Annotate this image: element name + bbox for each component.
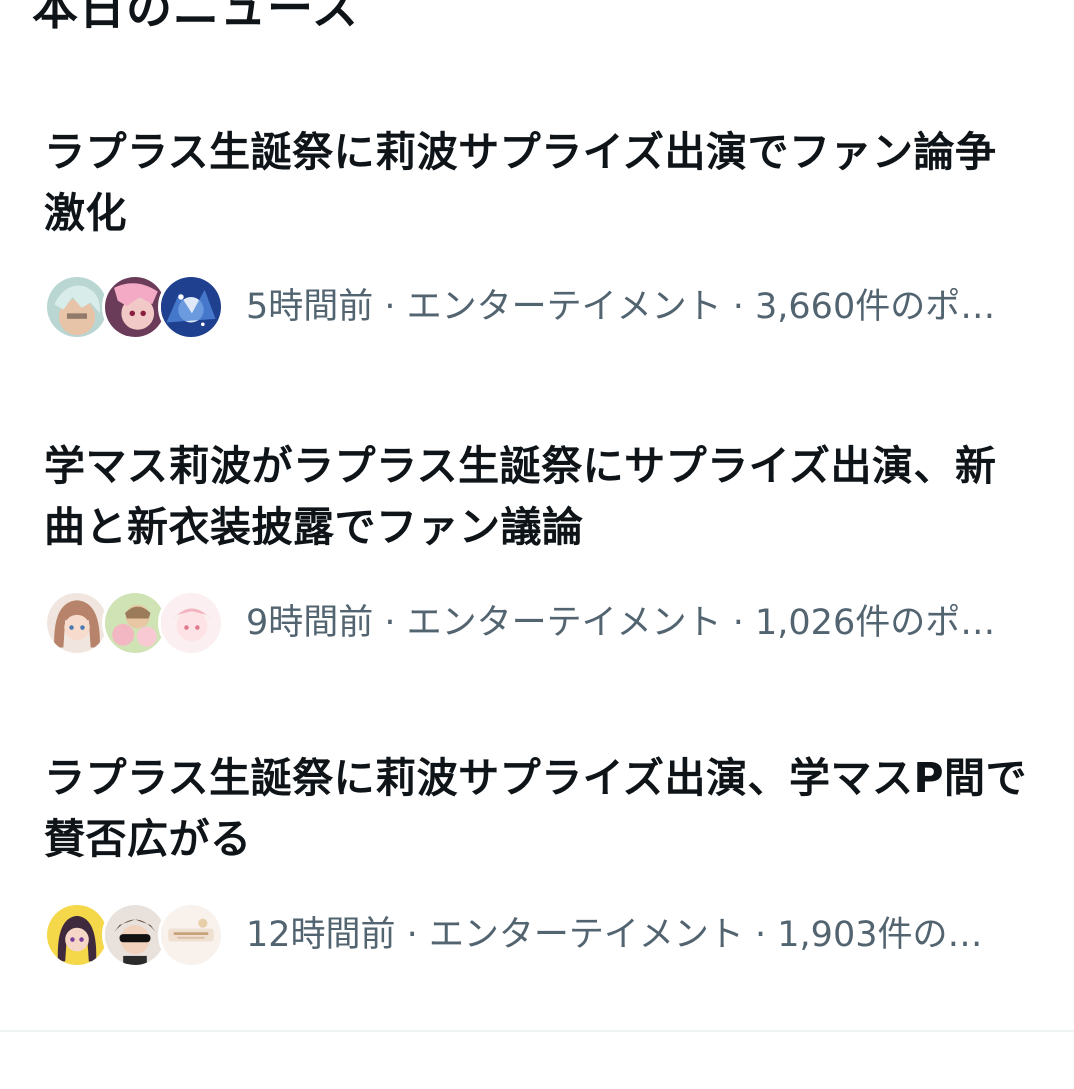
news-meta-row: 9時間前 · エンターテイメント · 1,026件のポ… bbox=[44, 588, 1034, 658]
avatar-stack bbox=[44, 272, 224, 342]
news-item[interactable]: 学マス莉波がラプラス生誕祭にサプライズ出演、新曲と新衣装披露でファン議論 9時間… bbox=[0, 436, 1074, 726]
avatar-stack bbox=[44, 588, 224, 658]
news-meta: 12時間前 · エンターテイメント · 1,903件の… bbox=[246, 915, 983, 955]
anime-avatar-icon bbox=[158, 274, 224, 340]
news-item[interactable]: ラプラス生誕祭に莉波サプライズ出演、学マスP間で賛否広がる 12時間前 · エン… bbox=[0, 748, 1074, 1038]
section-title: 本日のニュース bbox=[32, 0, 359, 35]
news-item[interactable]: ラプラス生誕祭に莉波サプライズ出演でファン論争激化 5時間前 · エンターテイメ… bbox=[0, 122, 1074, 412]
anime-avatar-icon bbox=[44, 902, 110, 968]
news-meta-row: 5時間前 · エンターテイメント · 3,660件のポ… bbox=[44, 272, 1034, 342]
avatar-stack bbox=[44, 900, 224, 970]
anime-avatar-icon bbox=[44, 590, 110, 656]
news-meta: 5時間前 · エンターテイメント · 3,660件のポ… bbox=[246, 287, 996, 327]
news-headline[interactable]: ラプラス生誕祭に莉波サプライズ出演、学マスP間で賛否広がる bbox=[44, 748, 1034, 870]
anime-avatar-icon bbox=[158, 590, 224, 656]
divider bbox=[0, 1030, 1074, 1032]
news-meta: 9時間前 · エンターテイメント · 1,026件のポ… bbox=[246, 603, 996, 643]
anime-avatar-icon bbox=[158, 902, 224, 968]
news-headline[interactable]: ラプラス生誕祭に莉波サプライズ出演でファン論争激化 bbox=[44, 122, 1034, 244]
anime-avatar-icon bbox=[44, 274, 110, 340]
news-headline[interactable]: 学マス莉波がラプラス生誕祭にサプライズ出演、新曲と新衣装披露でファン議論 bbox=[44, 436, 1034, 558]
news-meta-row: 12時間前 · エンターテイメント · 1,903件の… bbox=[44, 900, 1034, 970]
